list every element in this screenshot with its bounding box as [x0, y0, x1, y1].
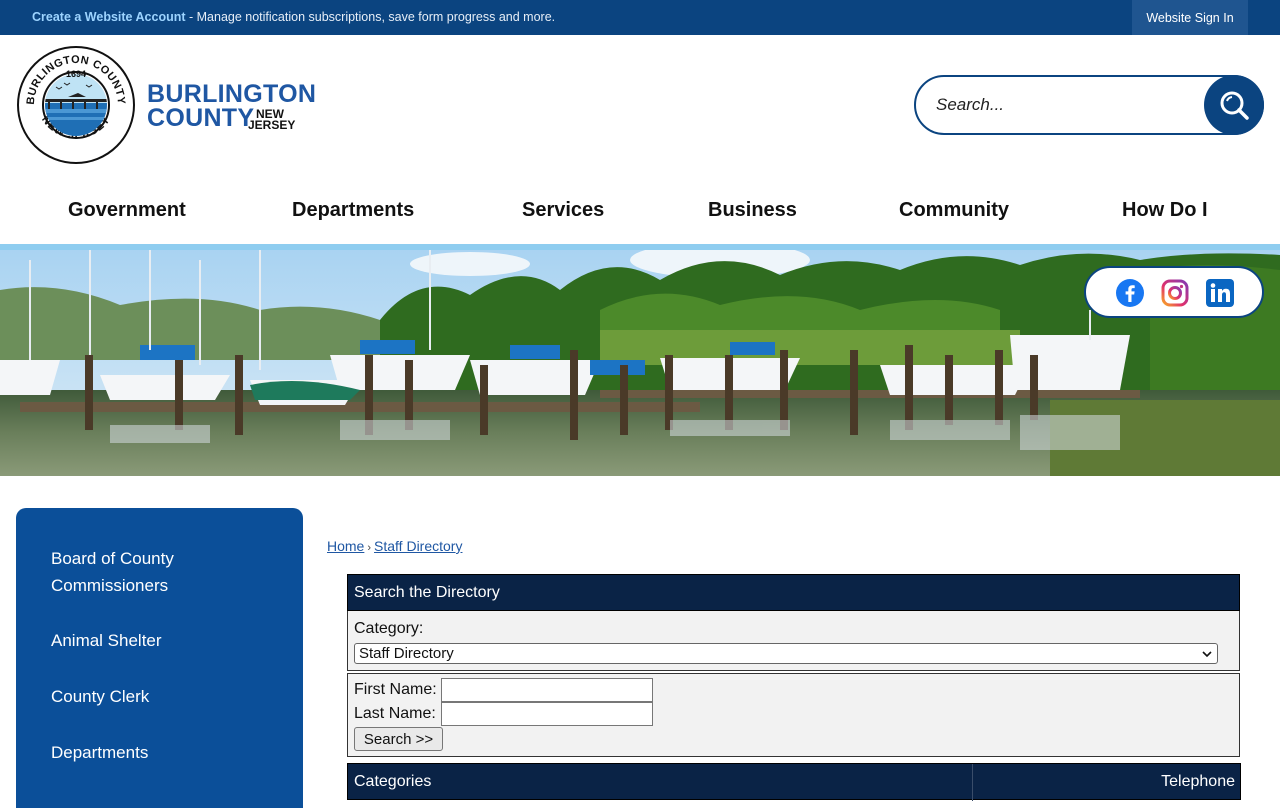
- breadcrumb-separator: ›: [367, 542, 372, 554]
- chevron-down-icon: [1202, 651, 1212, 658]
- account-message-text: - Manage notification subscriptions, sav…: [185, 10, 556, 24]
- column-header-telephone: Telephone: [1161, 773, 1235, 790]
- search-button[interactable]: [1204, 75, 1264, 135]
- name-search-panel: First Name: Last Name: Search >>: [347, 673, 1240, 757]
- wordmark-state-line2: JERSEY: [248, 118, 296, 132]
- nav-item-how-do-i[interactable]: How Do I: [1122, 199, 1208, 222]
- last-name-label: Last Name:: [354, 705, 436, 722]
- create-account-link[interactable]: Create a Website Account: [32, 10, 186, 24]
- facebook-icon[interactable]: [1115, 278, 1145, 308]
- social-links: [1084, 266, 1264, 318]
- search-icon: [1220, 91, 1249, 120]
- top-utility-bar: Create a Website Account - Manage notifi…: [0, 0, 1280, 35]
- breadcrumb-home-link[interactable]: Home: [327, 538, 364, 554]
- sidebar-item-departments[interactable]: Departments: [51, 739, 271, 766]
- sidebar-item-county-clerk[interactable]: County Clerk: [51, 683, 271, 710]
- seal-year: 1694: [66, 69, 86, 79]
- nav-item-services[interactable]: Services: [522, 199, 604, 222]
- directory-search-button[interactable]: Search >>: [354, 727, 443, 751]
- sidebar-navigation: Board of County Commissioners Animal She…: [16, 508, 303, 808]
- nav-item-community[interactable]: Community: [899, 199, 1009, 222]
- nav-item-departments[interactable]: Departments: [292, 199, 414, 222]
- main-navigation: Government Departments Services Business…: [0, 185, 1280, 235]
- instagram-icon[interactable]: [1160, 278, 1190, 308]
- column-divider: [972, 764, 973, 801]
- search-input[interactable]: [936, 89, 1196, 121]
- sidebar-item-animal-shelter[interactable]: Animal Shelter: [51, 627, 271, 654]
- county-seal-logo[interactable]: BURLINGTON COUNTY NEW JERSEY 1694: [16, 45, 136, 165]
- nav-item-government[interactable]: Government: [68, 199, 186, 222]
- category-label: Category:: [354, 620, 424, 637]
- county-wordmark[interactable]: BURLINGTON COUNTY NEW JERSEY: [147, 80, 316, 132]
- directory-search-heading: Search the Directory: [347, 574, 1240, 611]
- breadcrumb: Home › Staff Directory: [327, 538, 462, 554]
- first-name-label: First Name:: [354, 681, 437, 698]
- website-sign-in-button[interactable]: Website Sign In: [1132, 0, 1248, 35]
- nav-item-business[interactable]: Business: [708, 199, 797, 222]
- linkedin-icon[interactable]: [1205, 278, 1235, 308]
- last-name-field[interactable]: [441, 702, 653, 726]
- account-message: Create a Website Account - Manage notifi…: [32, 10, 555, 24]
- wordmark-line2: COUNTY: [147, 104, 255, 132]
- first-name-field[interactable]: [441, 678, 653, 702]
- breadcrumb-staff-directory-link[interactable]: Staff Directory: [374, 538, 462, 554]
- category-selected-value: Staff Directory: [359, 645, 454, 662]
- category-select[interactable]: Staff Directory: [354, 643, 1218, 664]
- category-panel: Category: Staff Directory: [347, 611, 1240, 671]
- categories-table-header: Categories Telephone: [347, 763, 1241, 801]
- column-header-categories: Categories: [354, 773, 432, 790]
- sidebar-item-board-of-county-commissioners[interactable]: Board of County Commissioners: [51, 545, 271, 599]
